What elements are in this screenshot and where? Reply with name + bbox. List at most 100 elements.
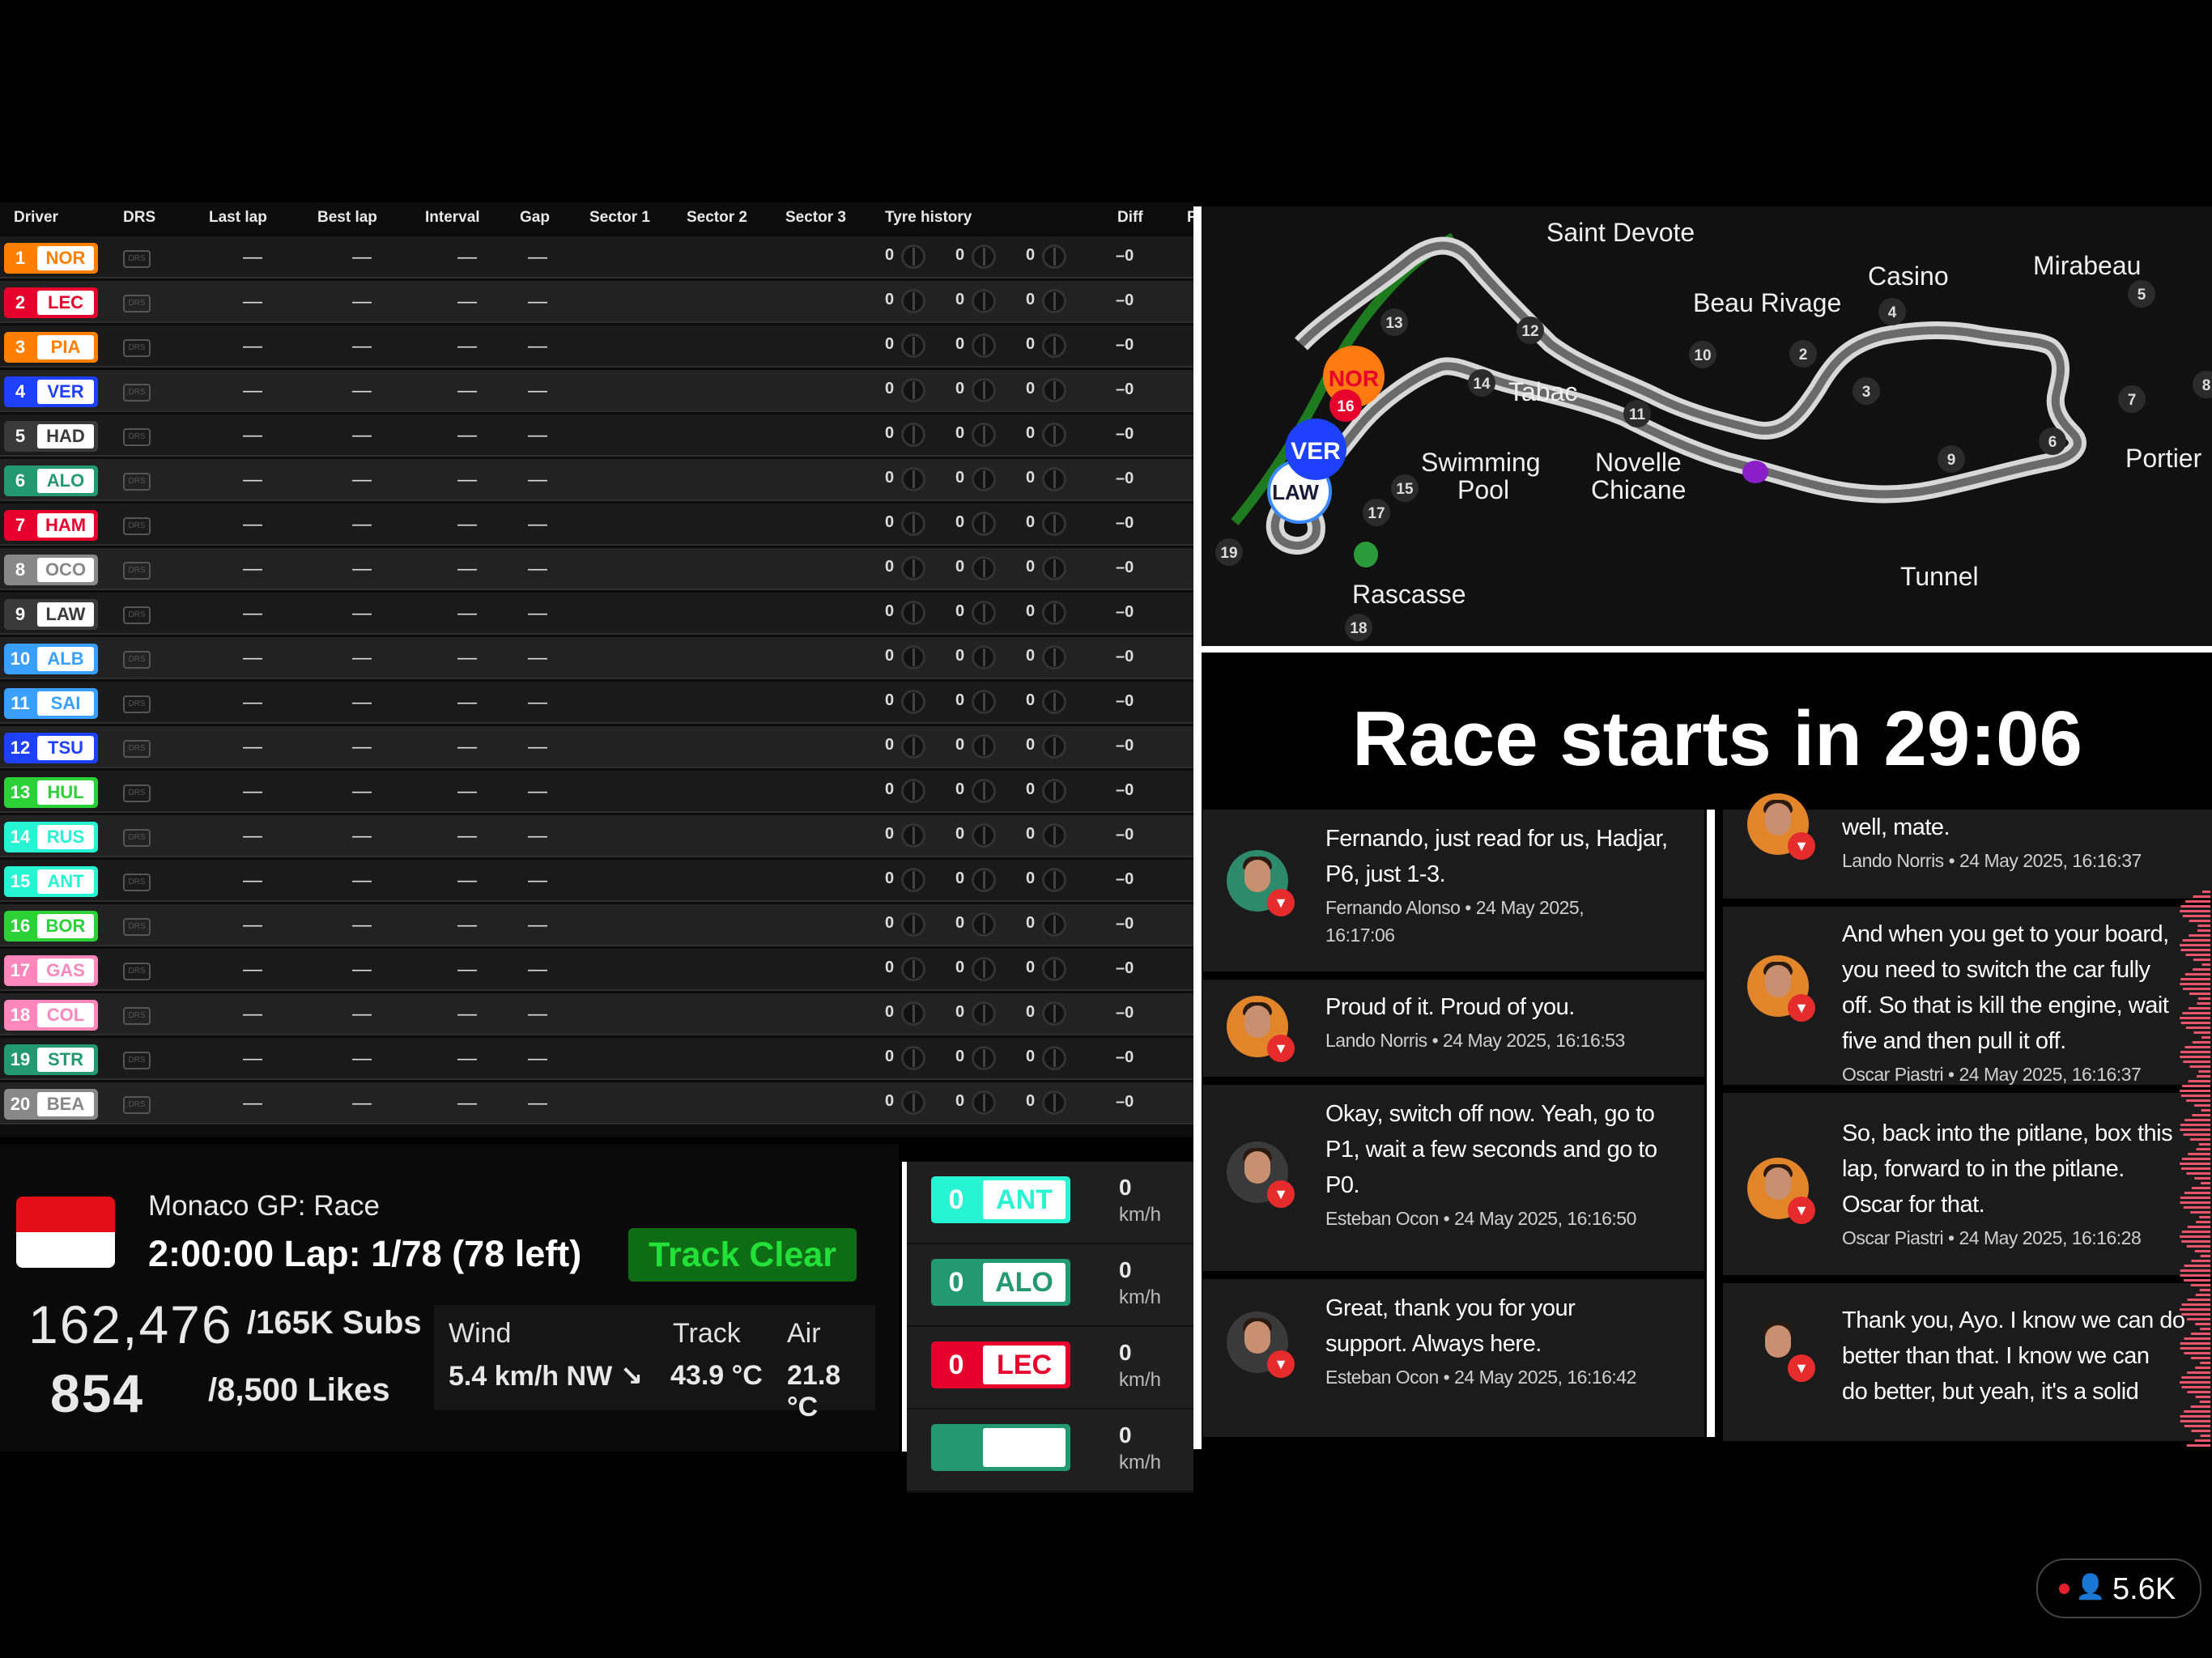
header-driver[interactable]: Driver [14,209,58,227]
driver-badge[interactable]: 13 HUL [4,777,98,808]
header-gap[interactable]: Gap [520,209,550,227]
empty-timing-value: — [352,513,372,535]
radio-message[interactable]: ▼ Fernando, just read for us, Hadjar, P6,… [1202,810,1704,971]
driver-row[interactable]: 5 HAD DRS — — — — 0 0 0 –0 [0,414,1194,457]
driver-badge[interactable]: 12 TSU [4,733,98,763]
car-16-marker[interactable]: 16 [1329,389,1362,422]
radio-text: So, back into the pitlane, box this [1842,1120,2173,1146]
play-radio-icon[interactable]: ▼ [1267,1035,1295,1062]
header-best-lap[interactable]: Best lap [317,209,377,227]
radio-message[interactable]: ▼ well, mate. Lando Norris • 24 May 2025,… [1723,793,2212,899]
driver-badge[interactable]: 10 ALB [4,644,98,674]
speed-position: 0 [948,1267,964,1298]
label-casino: Casino [1868,261,1949,291]
driver-badge[interactable]: 20 BEA [4,1089,98,1120]
driver-badge[interactable]: 2 LEC [4,287,98,318]
driver-row[interactable]: 16 BOR DRS — — — — 0 0 0 –0 [0,904,1194,946]
tyre-icon [901,645,925,670]
speed-driver-code [983,1428,1066,1467]
race-clock-lap: 2:00:00 Lap: 1/78 (78 left) [148,1233,582,1274]
radio-meta: Lando Norris • 24 May 2025, 16:16:53 [1325,1030,1625,1051]
corner-17-marker: 17 [1363,499,1390,526]
empty-timing-value: — [243,1048,262,1069]
driver-row[interactable]: 7 HAM DRS — — — — 0 0 0 –0 [0,504,1194,546]
speed-driver-badge[interactable] [931,1424,1070,1471]
driver-row[interactable]: 13 HUL DRS — — — — 0 0 0 –0 [0,771,1194,813]
driver-badge[interactable]: 9 LAW [4,599,98,630]
header-drs[interactable]: DRS [123,209,155,227]
driver-badge[interactable]: 4 VER [4,376,98,407]
header-sector-2[interactable]: Sector 2 [687,209,747,227]
play-radio-icon[interactable]: ▼ [1788,994,1815,1022]
tyre-laps: 0 [885,380,895,397]
driver-badge[interactable]: 15 ANT [4,866,98,897]
driver-badge[interactable]: 14 RUS [4,822,98,852]
tyre-icon [972,1046,996,1070]
driver-badge[interactable]: 18 COL [4,1000,98,1031]
driver-row[interactable]: 1 NOR DRS — — — — 0 0 0 –0 [0,236,1194,278]
driver-row[interactable]: 10 ALB DRS — — — — 0 0 0 –0 [0,637,1194,679]
radio-text: Thank you, Ayo. I know we can do [1842,1307,2185,1333]
radio-message[interactable]: ▼ Thank you, Ayo. I know we can do better… [1723,1283,2212,1441]
radio-message[interactable]: ▼ Proud of it. Proud of you. Lando Norris… [1202,980,1704,1077]
driver-badge[interactable]: 17 GAS [4,955,98,986]
tyre-icon [972,1001,996,1026]
play-radio-icon[interactable]: ▼ [1267,1180,1295,1208]
driver-row[interactable]: 2 LEC DRS — — — — 0 0 0 –0 [0,281,1194,323]
driver-badge[interactable]: 7 HAM [4,510,98,541]
live-viewers-badge[interactable]: 👤 5.6K [2036,1558,2201,1618]
driver-row[interactable]: 19 STR DRS — — — — 0 0 0 –0 [0,1038,1194,1080]
header-diff[interactable]: Diff [1117,209,1143,227]
play-radio-icon[interactable]: ▼ [1267,1350,1295,1378]
play-radio-icon[interactable]: ▼ [1788,1354,1815,1382]
tyre-icon [972,823,996,848]
header-interval[interactable]: Interval [425,209,480,227]
driver-row[interactable]: 11 SAI DRS — — — — 0 0 0 –0 [0,682,1194,724]
driver-badge[interactable]: 8 OCO [4,555,98,585]
driver-badge[interactable]: 11 SAI [4,688,98,719]
driver-row[interactable]: 6 ALO DRS — — — — 0 0 0 –0 [0,459,1194,501]
driver-row[interactable]: 8 OCO DRS — — — — 0 0 0 –0 [0,548,1194,590]
radio-message[interactable]: ▼ Great, thank you for your support. Alwa… [1202,1279,1704,1437]
driver-badge[interactable]: 6 ALO [4,466,98,496]
driver-row[interactable]: 15 ANT DRS — — — — 0 0 0 –0 [0,860,1194,902]
speed-driver-badge[interactable]: 0 ANT [931,1176,1070,1223]
play-radio-icon[interactable]: ▼ [1788,832,1815,860]
driver-row[interactable]: 18 COL DRS — — — — 0 0 0 –0 [0,993,1194,1035]
driver-row[interactable]: 9 LAW DRS — — — — 0 0 0 –0 [0,593,1194,635]
driver-badge[interactable]: 1 NOR [4,243,98,274]
driver-badge[interactable]: 16 BOR [4,911,98,942]
speed-driver-badge[interactable]: 0 ALO [931,1259,1070,1306]
radio-message[interactable]: ▼ Okay, switch off now. Yeah, go to P1, w… [1202,1085,1704,1271]
driver-badge[interactable]: 3 PIA [4,332,98,363]
drs-indicator-icon: DRS [123,874,151,891]
tyre-icon [1042,1001,1066,1026]
driver-code: GAS [37,959,94,983]
drs-indicator-icon: DRS [123,606,151,624]
play-radio-icon[interactable]: ▼ [1267,889,1295,916]
radio-message[interactable]: ▼ And when you get to your board, you nee… [1723,907,2212,1085]
header-sector-3[interactable]: Sector 3 [785,209,846,227]
driver-row[interactable]: 4 VER DRS — — — — 0 0 0 –0 [0,370,1194,412]
speed-driver-badge[interactable]: 0 LEC [931,1341,1070,1388]
tyre-icon [972,645,996,670]
header-last-lap[interactable]: Last lap [209,209,267,227]
driver-row[interactable]: 14 RUS DRS — — — — 0 0 0 –0 [0,815,1194,857]
tyre-icon [972,690,996,714]
tyre-icon [901,467,925,491]
play-radio-icon[interactable]: ▼ [1788,1197,1815,1224]
header-sector-1[interactable]: Sector 1 [589,209,650,227]
driver-row[interactable]: 17 GAS DRS — — — — 0 0 0 –0 [0,949,1194,991]
header-tyre-history[interactable]: Tyre history [885,209,972,227]
driver-row[interactable]: 3 PIA DRS — — — — 0 0 0 –0 [0,325,1194,368]
driver-row[interactable]: 20 BEA DRS — — — — 0 0 0 –0 [0,1082,1194,1124]
driver-badge[interactable]: 19 STR [4,1044,98,1075]
car-ver[interactable]: VER [1285,419,1346,480]
label-mirabeau: Mirabeau [2033,251,2141,280]
speed-value: 0 [1119,1340,1132,1365]
driver-badge[interactable]: 5 HAD [4,421,98,452]
radio-message[interactable]: ▼ So, back into the pitlane, box this lap… [1723,1093,2212,1275]
tyre-icon [901,1001,925,1026]
tyre-icon [972,556,996,580]
driver-row[interactable]: 12 TSU DRS — — — — 0 0 0 –0 [0,726,1194,768]
